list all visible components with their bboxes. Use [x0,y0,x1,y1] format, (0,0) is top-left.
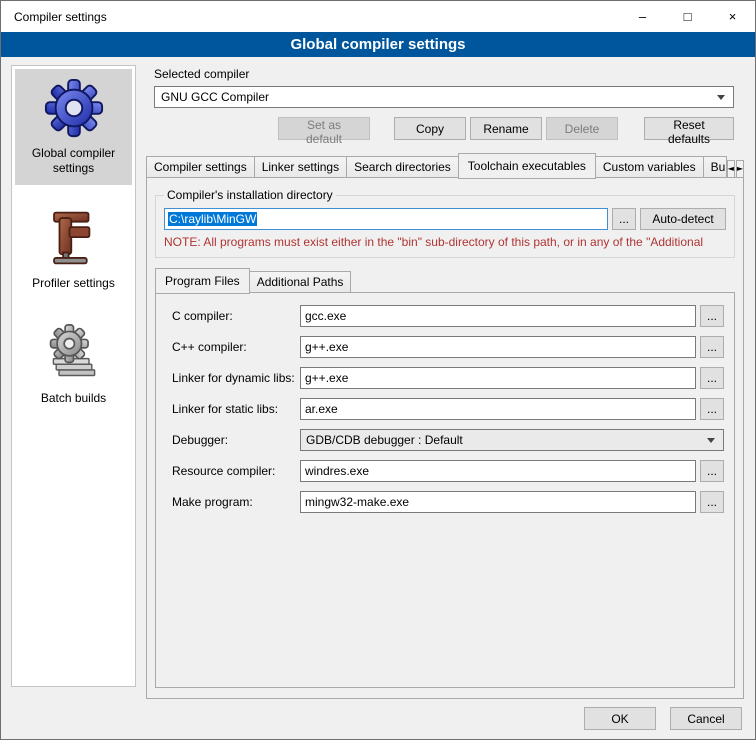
c-compiler-row: C compiler: ... [172,305,724,327]
dialog-header: Global compiler settings [1,32,755,57]
debugger-select[interactable]: GDB/CDB debugger : Default [300,429,724,451]
copy-button[interactable]: Copy [394,117,466,140]
resource-compiler-row: Resource compiler: ... [172,460,724,482]
selected-compiler-value: GNU GCC Compiler [161,90,269,104]
window-title: Compiler settings [14,10,107,24]
sidebar-item-global-compiler-settings[interactable]: Global compiler settings [15,69,132,185]
tab-custom-variables[interactable]: Custom variables [595,156,704,178]
c-compiler-browse-button[interactable]: ... [700,305,724,327]
sidebar-item-batch-builds[interactable]: Batch builds [15,314,132,415]
linker-static-browse-button[interactable]: ... [700,398,724,420]
linker-static-label: Linker for static libs: [172,402,300,416]
rename-button[interactable]: Rename [470,117,542,140]
ok-button[interactable]: OK [584,707,656,730]
resource-compiler-label: Resource compiler: [172,464,300,478]
tab-build-options[interactable]: Build [703,156,727,178]
blue-gear-icon [42,76,106,140]
dialog-body: Global compiler settings [1,57,755,699]
sidebar-item-label: Profiler settings [32,276,115,291]
linker-static-input[interactable] [300,398,696,420]
make-program-label: Make program: [172,495,300,509]
debugger-select-value: GDB/CDB debugger : Default [306,433,463,447]
autodetect-button[interactable]: Auto-detect [640,208,726,230]
subtab-program-files[interactable]: Program Files [155,268,250,294]
compiler-buttons-row: Set as default Copy Rename Delete Reset … [154,117,734,140]
sidebar-item-label: Batch builds [41,391,106,406]
settings-tabbar: Compiler settings Linker settings Search… [146,153,744,178]
resource-compiler-browse-button[interactable]: ... [700,460,724,482]
maximize-button[interactable]: □ [665,1,710,32]
sidebar-item-label: Global compiler settings [17,146,130,176]
selected-compiler-label: Selected compiler [154,67,744,81]
installation-directory-legend: Compiler's installation directory [164,188,336,202]
subtab-additional-paths[interactable]: Additional Paths [249,271,352,293]
resource-compiler-input[interactable] [300,460,696,482]
installation-directory-row: C:\raylib\MinGW ... Auto-detect [164,208,726,230]
chevron-down-icon [713,95,729,100]
tab-scroll-right-icon[interactable]: ► [736,160,744,178]
bin-subdirectory-note: NOTE: All programs must exist either in … [164,235,726,249]
program-files-panel: C compiler: ... C++ compiler: ... Linker… [155,292,735,688]
sidebar-item-profiler-settings[interactable]: Profiler settings [15,199,132,300]
c-compiler-input[interactable] [300,305,696,327]
set-as-default-button[interactable]: Set as default [278,117,370,140]
make-program-browse-button[interactable]: ... [700,491,724,513]
install-dir-selected-text: C:\raylib\MinGW [168,212,257,226]
debugger-label: Debugger: [172,433,300,447]
tab-scroll-left-icon[interactable]: ◄ [727,160,735,178]
cpp-compiler-label: C++ compiler: [172,340,300,354]
tab-compiler-settings[interactable]: Compiler settings [146,156,255,178]
toolchain-executables-panel: Compiler's installation directory C:\ray… [146,177,744,699]
cpp-compiler-input[interactable] [300,336,696,358]
chevron-down-icon [703,438,719,443]
gray-gear-stack-icon [42,321,106,385]
cpp-compiler-row: C++ compiler: ... [172,336,724,358]
window-controls: – □ × [620,1,755,32]
selected-compiler-combobox[interactable]: GNU GCC Compiler [154,86,734,108]
tab-toolchain-executables[interactable]: Toolchain executables [458,153,596,179]
profiler-tool-icon [42,206,106,270]
cancel-button[interactable]: Cancel [670,707,742,730]
make-program-row: Make program: ... [172,491,724,513]
linker-dynamic-browse-button[interactable]: ... [700,367,724,389]
c-compiler-label: C compiler: [172,309,300,323]
tab-search-directories[interactable]: Search directories [346,156,459,178]
program-files-tabbar: Program Files Additional Paths [155,268,735,293]
installation-directory-group: Compiler's installation directory C:\ray… [155,188,735,258]
make-program-input[interactable] [300,491,696,513]
debugger-row: Debugger: GDB/CDB debugger : Default [172,429,724,451]
linker-static-row: Linker for static libs: ... [172,398,724,420]
linker-dynamic-row: Linker for dynamic libs: ... [172,367,724,389]
main-panel: Selected compiler GNU GCC Compiler Set a… [146,65,744,699]
compiler-settings-dialog: Compiler settings – □ × Global compiler … [0,0,756,740]
close-button[interactable]: × [710,1,755,32]
linker-dynamic-label: Linker for dynamic libs: [172,371,300,385]
cpp-compiler-browse-button[interactable]: ... [700,336,724,358]
minimize-button[interactable]: – [620,1,665,32]
tab-linker-settings[interactable]: Linker settings [254,156,347,178]
delete-button[interactable]: Delete [546,117,618,140]
reset-defaults-button[interactable]: Reset defaults [644,117,734,140]
linker-dynamic-input[interactable] [300,367,696,389]
install-dir-browse-button[interactable]: ... [612,208,636,230]
settings-sidebar: Global compiler settings [11,65,136,687]
titlebar: Compiler settings – □ × [1,1,755,32]
install-dir-input[interactable]: C:\raylib\MinGW [164,208,608,230]
dialog-footer: OK Cancel [1,699,755,739]
